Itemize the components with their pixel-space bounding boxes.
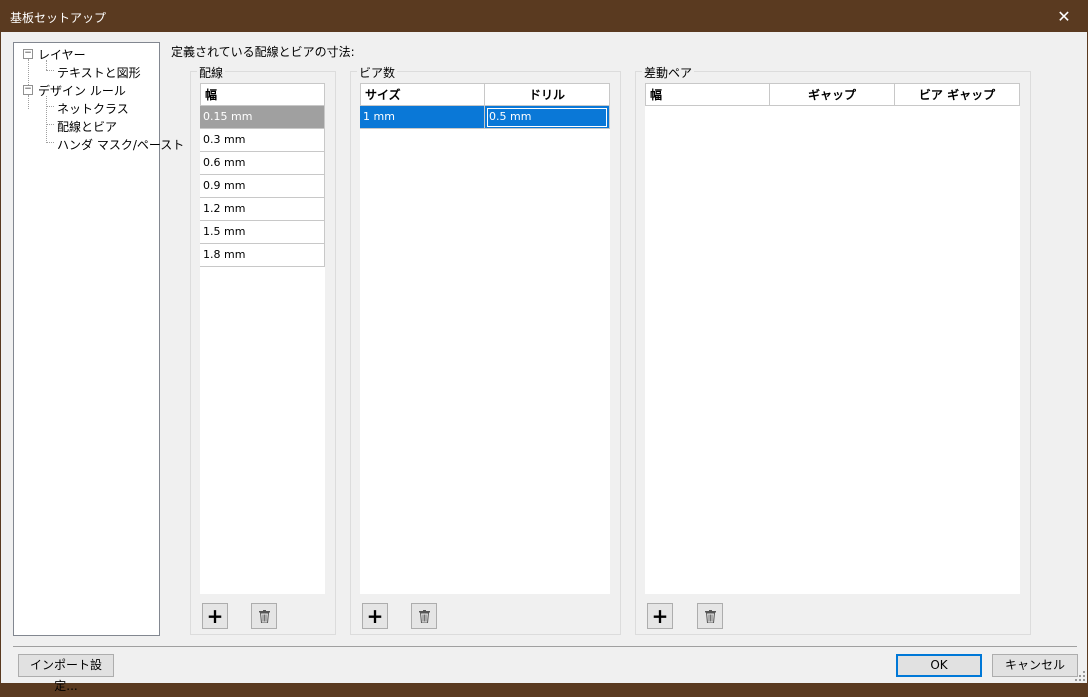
diff-pairs-width-header[interactable]: 幅 xyxy=(645,83,770,106)
tree-item-text-and-graphics[interactable]: テキストと図形 xyxy=(57,64,141,81)
tree-item-layers[interactable]: レイヤー xyxy=(38,46,86,63)
vias-grid: サイズ ドリル 1 mm 0.5 mm xyxy=(360,83,610,594)
delete-via-button[interactable] xyxy=(411,603,437,629)
plus-icon: + xyxy=(651,604,669,628)
tree-item-net-classes[interactable]: ネットクラス xyxy=(57,100,129,117)
table-row[interactable]: 0.15 mm xyxy=(200,106,325,129)
tree-item-tracks-and-vias[interactable]: 配線とビア xyxy=(57,118,117,135)
add-via-button[interactable]: + xyxy=(362,603,388,629)
board-setup-dialog: 基板セットアップ ✕ − レイヤー テキストと図形 − デザイン ルール ネット… xyxy=(0,0,1088,693)
via-size-cell[interactable]: 1 mm xyxy=(360,106,485,129)
vias-group-label: ビア数 xyxy=(357,64,398,81)
ok-button[interactable]: OK xyxy=(896,654,982,677)
add-track-button[interactable]: + xyxy=(202,603,228,629)
tracks-width-header-label: 幅 xyxy=(205,88,218,102)
resize-grip-icon[interactable] xyxy=(1075,671,1085,681)
table-row[interactable]: 0.9 mm xyxy=(200,175,325,198)
table-row[interactable]: 1.5 mm xyxy=(200,221,325,244)
plus-icon: + xyxy=(206,604,224,628)
via-drill-cell[interactable]: 0.5 mm xyxy=(485,106,610,129)
tracks-group-label: 配線 xyxy=(197,64,226,81)
table-row[interactable]: 0.6 mm xyxy=(200,152,325,175)
diff-pairs-group-label: 差動ペア xyxy=(642,64,695,81)
table-row[interactable]: 1.2 mm xyxy=(200,198,325,221)
vias-size-header[interactable]: サイズ xyxy=(360,83,485,106)
import-settings-button[interactable]: インポート設定... xyxy=(18,654,114,693)
diff-pairs-via-gap-header[interactable]: ビア ギャップ xyxy=(895,83,1020,106)
tree-item-design-rules[interactable]: デザイン ルール xyxy=(38,82,126,99)
diff-pairs-width-header-label: 幅 xyxy=(650,88,663,102)
table-row[interactable]: 1.8 mm xyxy=(200,244,325,267)
collapse-layers-icon[interactable]: − xyxy=(23,49,33,59)
diff-pairs-gap-header[interactable]: ギャップ xyxy=(770,83,895,106)
trash-icon xyxy=(419,610,430,623)
tracks-grid: 幅 0.15 mm 0.3 mm 0.6 mm 0.9 mm 1.2 mm 1.… xyxy=(200,83,325,594)
plus-icon: + xyxy=(366,604,384,628)
footer-separator xyxy=(13,646,1077,647)
diff-pairs-via-gap-header-label: ビア ギャップ xyxy=(918,88,996,102)
title-bar: 基板セットアップ ✕ xyxy=(1,1,1087,32)
tree-item-solder-mask-paste[interactable]: ハンダ マスク/ペースト xyxy=(57,136,184,153)
tracks-width-header[interactable]: 幅 xyxy=(200,83,325,106)
via-drill-editor[interactable]: 0.5 mm xyxy=(487,108,607,127)
diff-pairs-gap-header-label: ギャップ xyxy=(807,88,856,102)
vias-drill-header[interactable]: ドリル xyxy=(485,83,610,106)
trash-icon xyxy=(259,610,270,623)
add-diff-pair-button[interactable]: + xyxy=(647,603,673,629)
diff-pairs-grid: 幅 ギャップ ビア ギャップ xyxy=(645,83,1020,594)
settings-tree: − レイヤー テキストと図形 − デザイン ルール ネットクラス 配線とビア ハ… xyxy=(13,42,184,636)
vias-drill-header-label: ドリル xyxy=(528,88,565,102)
trash-icon xyxy=(705,610,716,623)
window-title: 基板セットアップ xyxy=(10,11,107,25)
close-icon[interactable]: ✕ xyxy=(1041,1,1087,32)
cancel-button[interactable]: キャンセル xyxy=(992,654,1078,677)
collapse-design-rules-icon[interactable]: − xyxy=(23,85,33,95)
delete-diff-pair-button[interactable] xyxy=(697,603,723,629)
vias-size-header-label: サイズ xyxy=(365,88,401,102)
delete-track-button[interactable] xyxy=(251,603,277,629)
page-heading: 定義されている配線とビアの寸法: xyxy=(171,45,355,59)
table-row[interactable]: 0.3 mm xyxy=(200,129,325,152)
